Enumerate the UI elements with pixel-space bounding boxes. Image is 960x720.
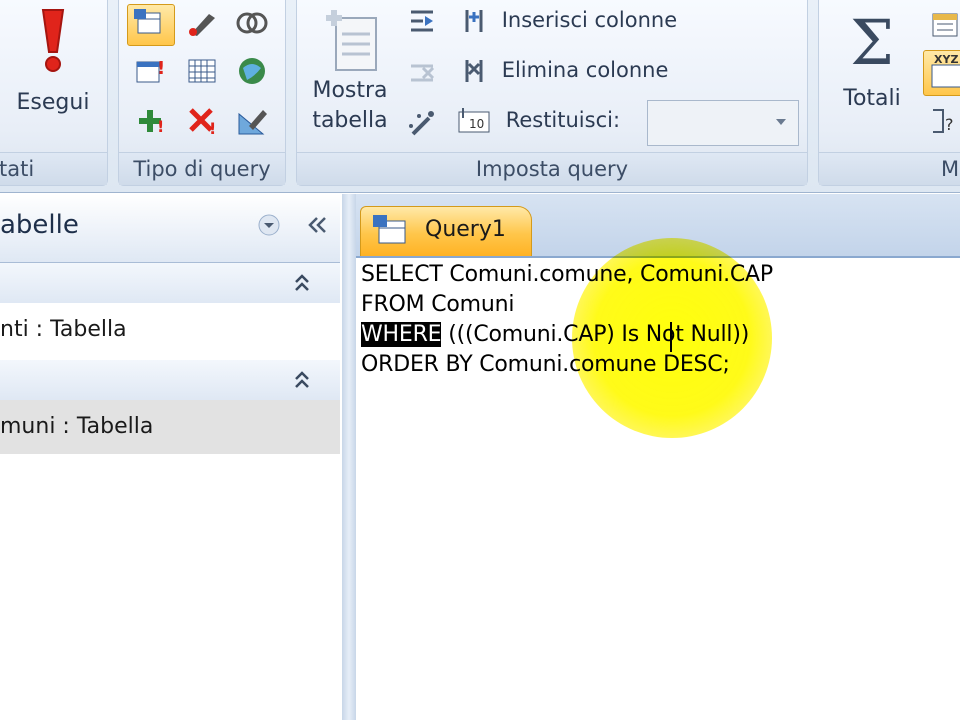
tab-label: Query1 [425, 217, 506, 242]
delete-columns-label: Elimina colonne [501, 58, 669, 82]
nav-title[interactable]: abelle [0, 210, 79, 240]
sql-line-2: FROM Comuni [361, 292, 515, 317]
return-select[interactable] [647, 100, 799, 146]
insert-columns-command[interactable]: Inserisci colonne [457, 6, 677, 36]
group-label-show-hide: M [819, 152, 960, 185]
delete-columns-icon [465, 60, 483, 82]
group-label-query-type: Tipo di query [119, 152, 285, 185]
nav-category-header[interactable] [0, 360, 340, 401]
crosstab-query-icon[interactable] [185, 54, 219, 88]
nav-item-table[interactable]: nti : Tabella [0, 303, 340, 357]
sql-line-4: ORDER BY Comuni.comune DESC; [361, 352, 730, 377]
selected-keyword: WHERE [361, 322, 442, 347]
group-label-query-setup: Imposta query [297, 152, 807, 185]
show-table-label-2: tabella [312, 108, 388, 133]
ribbon-group-show-hide: Σ Totali XYZ ? M [818, 0, 960, 186]
nav-menu-button[interactable] [254, 210, 284, 240]
update-query-icon[interactable]: ! [133, 104, 167, 138]
data-definition-icon[interactable] [235, 104, 269, 138]
query-icon [373, 215, 406, 244]
builder-icon[interactable] [405, 106, 439, 140]
return-label: Restituisci: [505, 108, 621, 132]
run-button-label: Esegui [16, 90, 90, 115]
nav-header: abelle [0, 194, 340, 263]
chevron-down-icon [258, 214, 280, 236]
svg-text:!: ! [157, 58, 165, 79]
nav-category-header[interactable] [0, 263, 340, 304]
document-tab-bar: Query1 [356, 194, 960, 258]
insert-rows-icon[interactable] [405, 4, 439, 38]
text-cursor-icon [670, 322, 672, 352]
union-query-icon[interactable] [235, 6, 269, 40]
table-add-icon [326, 10, 377, 71]
sql-line-3-rest: (((Comuni.CAP) Is Not Null)) [448, 322, 750, 347]
ribbon-group-query-type: ! ! ! Tipo di query [118, 0, 286, 186]
chevron-down-icon [776, 119, 786, 125]
delete-query-icon[interactable]: ! [185, 104, 219, 138]
property-sheet-icon[interactable] [929, 6, 960, 40]
show-table-label-1: Mostra [312, 78, 388, 103]
svg-text:!: ! [157, 117, 164, 136]
sigma-icon: Σ [850, 6, 894, 79]
group-label-results: tati [0, 152, 107, 185]
table-names-icon[interactable]: XYZ [923, 50, 960, 96]
ribbon-group-results: Esegui tati [0, 0, 108, 186]
nav-collapse-button[interactable] [302, 210, 332, 240]
ribbon: Esegui tati ! ! ! Tipo di query Mostra t [0, 0, 960, 193]
nav-item-table-selected[interactable]: muni : Tabella [0, 400, 340, 454]
delete-rows-icon[interactable] [405, 56, 439, 90]
svg-text:?: ? [945, 115, 954, 134]
show-table-button[interactable]: Mostra tabella [305, 4, 395, 136]
navigation-pane: abelle nti : Tabella muni : Tabella [0, 194, 343, 720]
nav-item-label: nti : Tabella [0, 317, 127, 342]
ribbon-group-query-setup: Mostra tabella Inserisci colonne Elimina… [296, 0, 808, 186]
pass-through-icon[interactable] [235, 54, 269, 88]
pane-splitter[interactable] [342, 194, 356, 720]
svg-text:!: ! [209, 119, 216, 138]
totals-button[interactable]: Σ Totali [831, 8, 913, 114]
make-table-icon[interactable] [185, 6, 219, 40]
nav-item-label: muni : Tabella [0, 414, 154, 439]
run-button[interactable]: Esegui [1, 6, 105, 118]
insert-columns-label: Inserisci colonne [501, 8, 678, 32]
totals-label: Totali [843, 86, 901, 111]
tab-query1[interactable]: Query1 [360, 206, 532, 256]
append-query-icon[interactable]: ! [133, 54, 167, 88]
return-values-icon: 10 [458, 108, 490, 133]
double-chevron-up-icon [295, 274, 309, 291]
sql-line-1: SELECT Comuni.comune, Comuni.CAP [361, 262, 773, 287]
svg-text:10: 10 [469, 117, 484, 131]
svg-text:XYZ: XYZ [934, 53, 958, 66]
return-command: 10 Restituisci: [457, 106, 620, 136]
parameters-icon[interactable]: ? [929, 104, 960, 138]
double-chevron-left-icon [308, 217, 326, 233]
select-query-icon[interactable] [127, 4, 175, 46]
delete-columns-command[interactable]: Elimina colonne [457, 56, 668, 86]
double-chevron-up-icon [295, 371, 309, 388]
sql-line-3: WHERE (((Comuni.CAP) Is Not Null)) [361, 322, 749, 347]
insert-columns-icon [465, 10, 483, 32]
exclamation-icon [41, 9, 65, 72]
sql-editor[interactable]: SELECT Comuni.comune, Comuni.CAP FROM Co… [356, 258, 960, 720]
